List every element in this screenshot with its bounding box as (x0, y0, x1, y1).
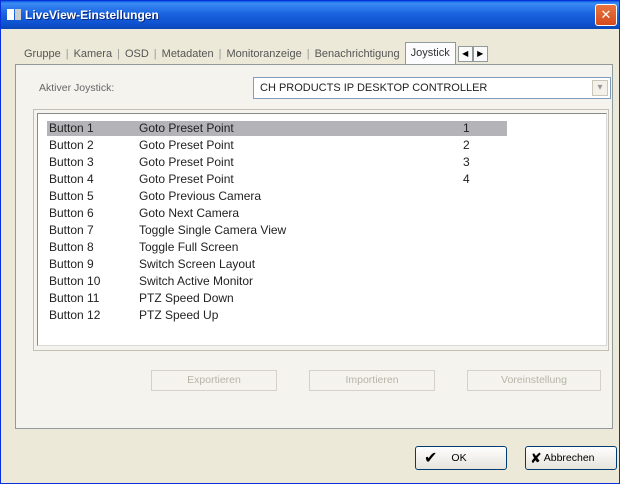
ok-button-label: OK (451, 452, 467, 464)
list-item[interactable]: Button 8 Toggle Full Screen (47, 240, 507, 255)
default-settings-button[interactable]: Voreinstellung (467, 370, 601, 391)
button-mapping-list[interactable]: Button 1 Goto Preset Point 1 Button 2 Go… (37, 113, 607, 346)
list-item[interactable]: Button 2 Goto Preset Point 2 (47, 138, 507, 153)
title-bar[interactable]: LiveView-Einstellungen ✕ (1, 1, 619, 29)
cancel-button[interactable]: ✘ Abbrechen (525, 446, 617, 470)
tab-benachrichtigung[interactable]: Benachrichtigung (310, 48, 405, 60)
cancel-button-label: Abbrechen (543, 452, 595, 464)
window-title: LiveView-Einstellungen (25, 8, 159, 22)
cross-icon: ✘ (530, 449, 542, 466)
list-item[interactable]: Button 7 Toggle Single Camera View (47, 223, 507, 238)
settings-window: LiveView-Einstellungen ✕ Gruppe | Kamera… (0, 0, 620, 484)
checkmark-icon: ✔ (424, 450, 438, 467)
list-item[interactable]: Button 6 Goto Next Camera (47, 206, 507, 221)
tab-scroll: ◀ ▶ (457, 45, 488, 62)
list-item[interactable]: Button 12 PTZ Speed Up (47, 308, 507, 323)
active-joystick-label: Aktiver Joystick: (39, 82, 115, 94)
ok-button[interactable]: ✔ OK (415, 446, 507, 470)
tab-monitoranzeige[interactable]: Monitoranzeige (222, 48, 307, 60)
tab-metadaten[interactable]: Metadaten (157, 48, 219, 60)
tab-kamera[interactable]: Kamera (69, 48, 118, 60)
export-button[interactable]: Exportieren (151, 370, 277, 391)
tab-osd[interactable]: OSD (120, 48, 154, 60)
chevron-down-icon[interactable]: ▾ (592, 80, 608, 96)
active-joystick-value: CH PRODUCTS IP DESKTOP CONTROLLER (260, 82, 488, 94)
app-icon (7, 9, 21, 20)
list-item[interactable]: Button 3 Goto Preset Point 3 (47, 155, 507, 170)
tab-joystick[interactable]: Joystick (404, 41, 456, 64)
active-joystick-dropdown[interactable]: CH PRODUCTS IP DESKTOP CONTROLLER ▾ (253, 77, 611, 99)
list-item[interactable]: Button 9 Switch Screen Layout (47, 257, 507, 272)
import-button[interactable]: Importieren (309, 370, 435, 391)
list-item[interactable]: Button 4 Goto Preset Point 4 (47, 172, 507, 187)
list-item[interactable]: Button 11 PTZ Speed Down (47, 291, 507, 306)
tab-scroll-right-icon[interactable]: ▶ (472, 45, 488, 62)
close-button[interactable]: ✕ (595, 4, 617, 26)
list-item[interactable]: Button 1 Goto Preset Point 1 (47, 121, 507, 136)
list-item[interactable]: Button 5 Goto Previous Camera (47, 189, 507, 204)
tab-gruppe[interactable]: Gruppe (19, 48, 66, 60)
tab-scroll-left-icon[interactable]: ◀ (457, 45, 473, 62)
list-item[interactable]: Button 10 Switch Active Monitor (47, 274, 507, 289)
tab-strip: Gruppe | Kamera | OSD | Metadaten | Moni… (19, 41, 615, 64)
